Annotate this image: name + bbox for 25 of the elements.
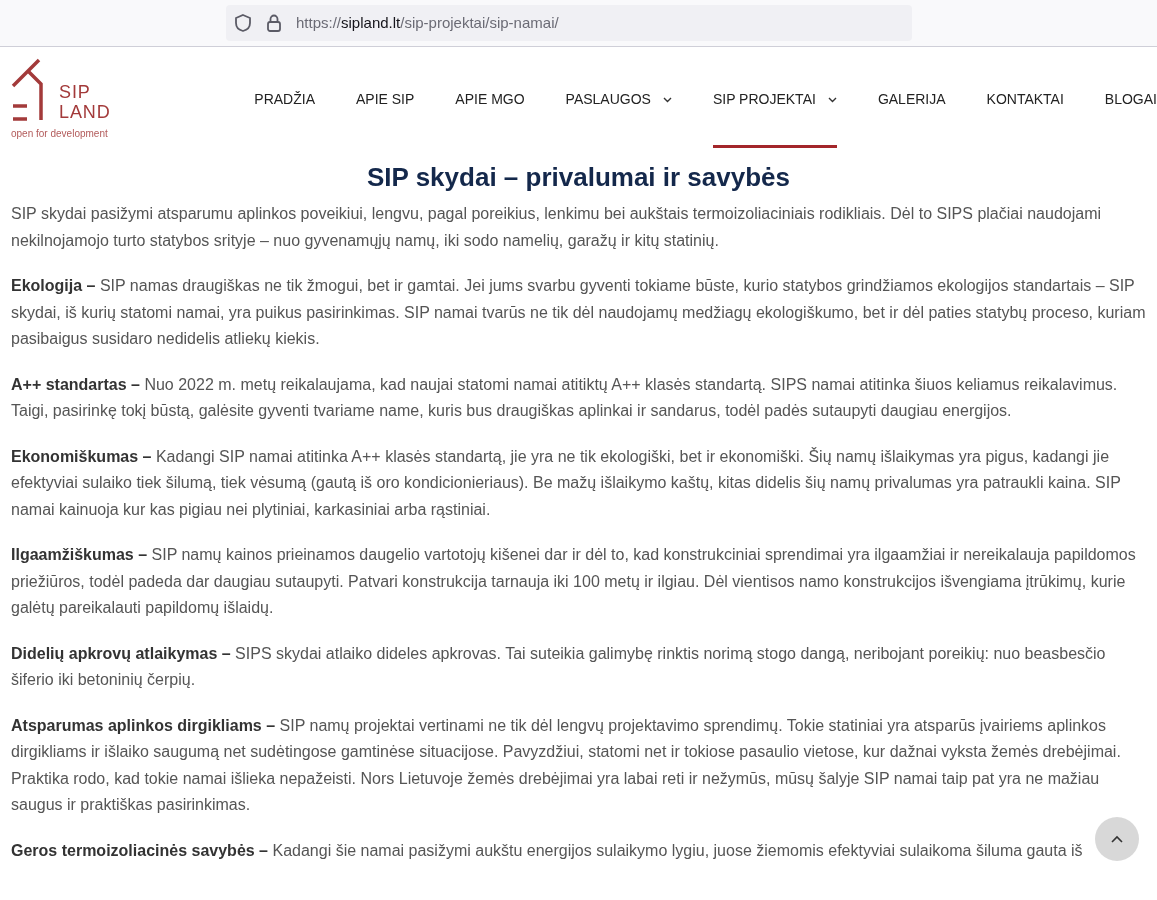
nav-link[interactable]: GALERIJA: [877, 89, 946, 148]
url-text[interactable]: https://sipland.lt/sip-projektai/sip-namai/: [296, 11, 559, 35]
paragraph: A++ standartas – Nuo 2022 m. metų reikalaujama, kad naujai statomi namai atitiktų A++ klasės standartą. SIPS namai atitinka šiuos keliamus reikalavimus. Taigi, pasirinkę tokį būstą, galėsite gyventi tvariame name, kuris bus draugiškas aplinkai ir sandarus, todėl padės sutaupyti daugiau energijos.: [11, 374, 1119, 421]
nav-link[interactable]: APIE SIP: [356, 89, 415, 148]
nav-link[interactable]: APIE MGO: [455, 89, 525, 148]
paragraph: Atsparumas aplinkos dirgikliams – SIP namų projektai vertinami ne tik dėl lengvų projektavimo sprendimų. Tokie statiniai yra atsparūs įvairiems aplinkos dirgikliams ir išlaiko saugumą net sudėtingose gamtinėse situacijose. Pavyzdžiui, statomi net ir tokiose pasaulio vietose, kur dažnai vyksta žemės drebėjimai. Praktika rodo, kad tokie namai išlieka nepažeisti. Nors Lietuvoje žemės drebėjimai yra labai reti ir nežymūs, mūsų šalyje SIP namai taip pat yra ne mažiau saugus ir praktiškas pasirinkimas.: [11, 715, 1122, 815]
page-heading: SIP skydai – privalumai ir savybės: [366, 161, 791, 193]
nav-link[interactable]: PRADŽIA: [254, 89, 315, 148]
paragraph: Ekologija – SIP namas draugiškas ne tik žmogui, bet ir gamtai. Jei jums svarbu gyventi tokiame būste, kurio statybos grindžiamos ekologijos standartais – SIP skydai, iš kurių statomi namai, yra puikus pasirinkimas. SIP namai tvarūs ne tik dėl naudojamų medžiagų ekologiškumo, bet ir dėl paties statybų proceso, kuriam pasibaigus susidaro nedidelis atliekų kiekis.: [11, 276, 1146, 349]
paragraph: SIP skydai pasižymi atsparumu aplinkos poveikiui, lengvu, pagal poreikius, lenkimu bei aukštais termoizoliaciniais rodikliais. Dėl to SIPS plačiai naudojami nekilnojamojo turto statybos srityje – nuo gyvenamųjų namų, iki sodo namelių, garažų ir kitų statinių.: [11, 204, 1102, 251]
lock-icon[interactable]: [266, 13, 282, 33]
logo-tagline: open for development: [11, 127, 109, 141]
paragraph: Didelių apkrovų atlaikymas – SIPS skydai atlaiko dideles apkrovas. Tai suteikia galimybę rinktis norimą stogo dangą, neribojant poreikių: nuo beasbesčio šiferio iki betoninių čerpių.: [11, 643, 1107, 690]
paragraph: Ekonomiškumas – Kadangi SIP namai atitinka A++ klasės standartą, jie yra ne tik ekologiški, bet ir ekonomiški. Šių namų išlaikymas yra pigus, kadangi jie efektyviai sulaiko tiek šilumą, tiek vėsumą (gautą iš oro kondicionieriaus). Be mažų išlaikymo kaštų, kitas didelis šių namų privalumas yra patraukli kaina. SIP namai kainuoja kur kas pigiau nei plytiniai, karkasiniai arba rąstiniai.: [11, 446, 1122, 520]
shield-icon[interactable]: [234, 13, 252, 33]
paragraph: Ilgaamžiškumas – SIP namų kainos prieinamos daugelio vartotojų kišenei dar ir dėl to, kad konstrukciniai sprendimai yra ilgaamžiai ir nereikalauja papildomos priežiūros, todėl padeda dar daugiau sutaupyti. Patvari konstrukcija tarnauja iki 100 metų ir ilgiau. Dėl vientisos namo konstrukcijos išvengiama įtrūkimų, kurie galėtų pareikalauti papildomų išlaidų.: [11, 545, 1137, 618]
nav-link[interactable]: SIP PROJEKTAI: [712, 89, 837, 148]
nav-link[interactable]: KONTAKTAI: [986, 89, 1064, 148]
caret-up-icon: [1111, 835, 1123, 843]
logo-text: SIP: [59, 82, 92, 102]
nav-link[interactable]: BLOGAI: [1104, 89, 1157, 148]
nav-link[interactable]: PASLAUGOS: [565, 89, 672, 148]
paragraph: Geros termoizoliacinės savybės – Kadangi šie namai pasižymi aukštu energijos sulaikymo lygiu, juose žiemomis efektyviai sulaikoma šiluma gauta iš: [11, 840, 1083, 861]
address-bar[interactable]: https://sipland.lt/sip-projektai/sip-namai/: [226, 5, 912, 41]
logo-text: LAND: [59, 102, 111, 122]
